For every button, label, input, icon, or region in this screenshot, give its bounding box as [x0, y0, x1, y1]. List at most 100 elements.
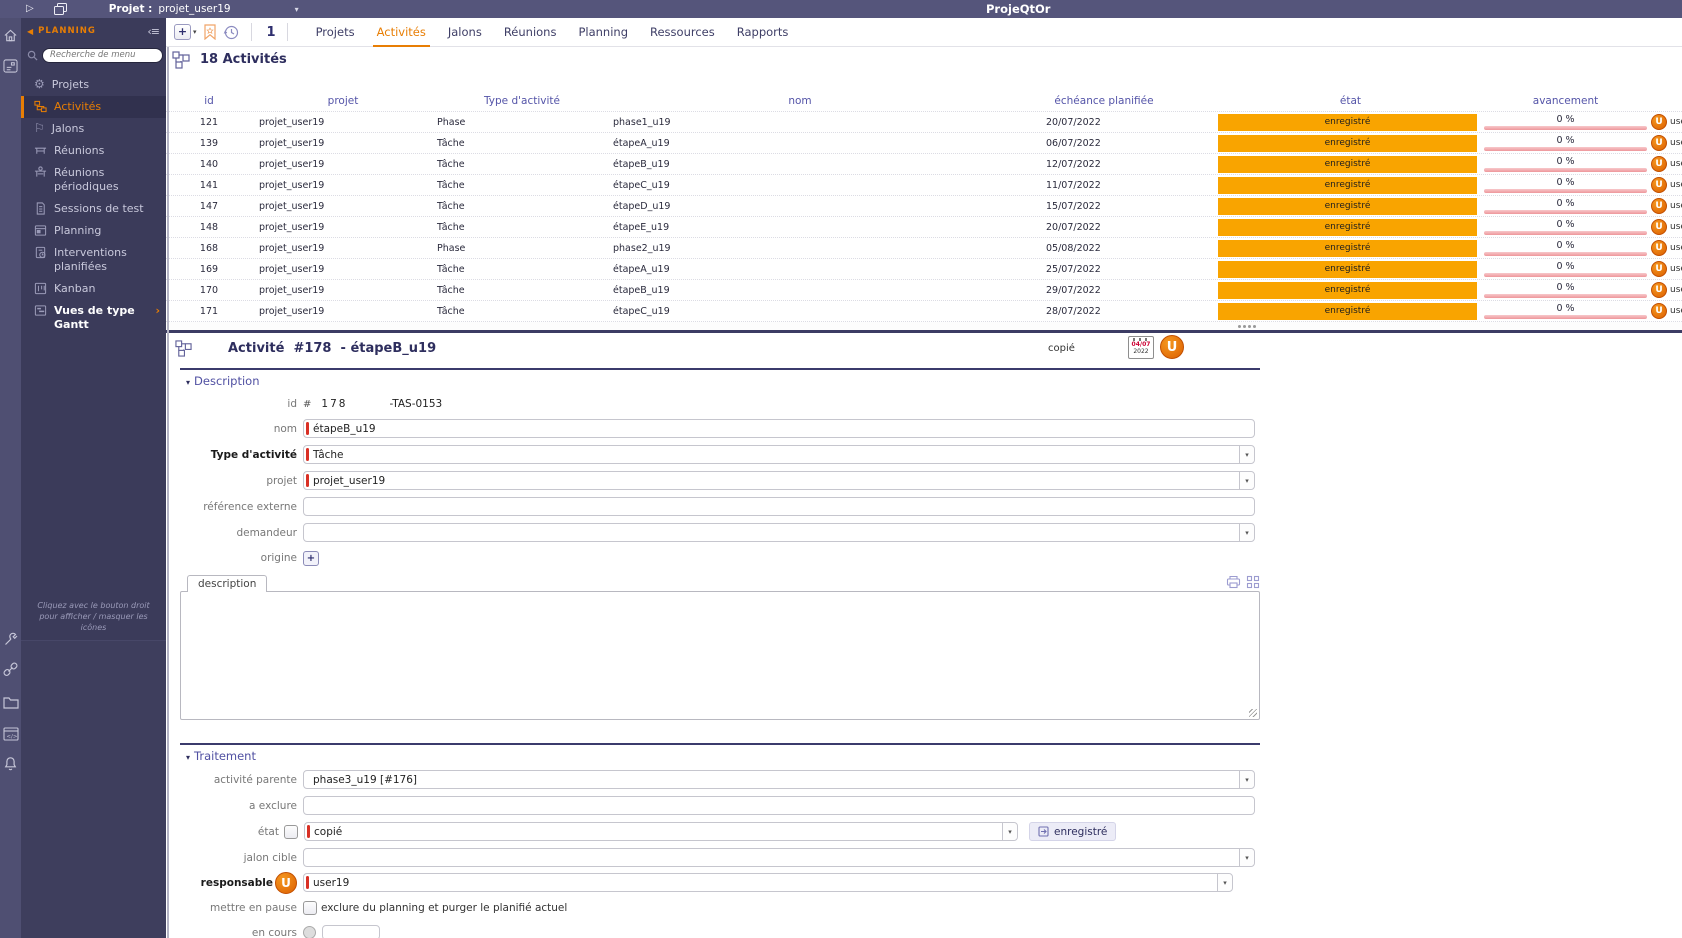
triangle-left-icon[interactable]: ◀	[27, 27, 33, 36]
chevron-down-icon[interactable]: ▾	[1002, 823, 1017, 840]
play-icon[interactable]: ▷	[26, 0, 34, 18]
folder-icon[interactable]	[3, 694, 19, 713]
sidebar-item-jalons[interactable]: ⚐ Jalons	[21, 118, 166, 140]
col-header-nom[interactable]: nom	[610, 95, 990, 107]
sidebar-item-projets[interactable]: ⚙ Projets	[21, 74, 166, 96]
chevron-down-icon[interactable]: ▾	[295, 5, 299, 14]
tab[interactable]: Projets	[305, 18, 366, 47]
code-window-icon[interactable]: </>	[3, 726, 19, 745]
bookmark-icon[interactable]	[203, 24, 217, 40]
chevron-down-icon[interactable]: ▾	[1217, 874, 1232, 891]
table-row[interactable]: 169 projet_user19 Tâche étapeA_u19 25/07…	[166, 259, 1682, 280]
nom-input[interactable]: étapeB_u19	[303, 419, 1255, 438]
table-row[interactable]: 139 projet_user19 Tâche étapeA_u19 06/07…	[166, 133, 1682, 154]
field-nom: nom étapeB_u19	[169, 419, 1682, 438]
table-row[interactable]: 140 projet_user19 Tâche étapeB_u19 12/07…	[166, 154, 1682, 175]
tab[interactable]: Rapports	[726, 18, 800, 47]
print-icon[interactable]	[1226, 575, 1241, 589]
cell-echeance: 11/07/2022	[1046, 179, 1101, 191]
cell-projet: projet_user19	[259, 137, 325, 149]
collapse-menu-icon[interactable]: ‹≡	[147, 25, 160, 38]
pause-checkbox[interactable]	[303, 900, 317, 915]
toolbar-separator	[286, 23, 288, 41]
chevron-down-icon[interactable]: ▾	[1239, 472, 1254, 489]
jalon-cible-select[interactable]: ▾	[303, 848, 1255, 867]
col-header-echeance[interactable]: échéance planifiée	[990, 95, 1218, 107]
col-header-avancement[interactable]: avancement	[1483, 95, 1648, 107]
triangle-down-icon: ▾	[186, 378, 191, 387]
user-avatar[interactable]: U	[1160, 335, 1184, 359]
sidebar-item-vues-gantt[interactable]: Vues de type Gantt ›	[21, 300, 166, 336]
search-input[interactable]	[42, 47, 163, 63]
panel-icon[interactable]	[3, 58, 18, 77]
a-exclure-input[interactable]	[303, 796, 1255, 815]
table-row[interactable]: 147 projet_user19 Tâche étapeD_u19 15/07…	[166, 196, 1682, 217]
toolbar: + ▾ 1 Projets Activités Jalons Réunions …	[166, 18, 1682, 47]
description-tab[interactable]: description	[187, 575, 268, 592]
sidebar-item-planning[interactable]: Planning	[21, 220, 166, 242]
chevron-down-icon[interactable]: ▾	[1239, 849, 1254, 866]
cell-echeance: 28/07/2022	[1046, 305, 1101, 317]
add-caret-icon[interactable]: ▾	[193, 28, 197, 36]
history-icon[interactable]	[223, 24, 240, 41]
chevron-down-icon[interactable]: ▾	[1239, 446, 1254, 463]
sidebar-item-reunions[interactable]: Réunions	[21, 140, 166, 162]
drag-handle-icon[interactable]	[1238, 325, 1241, 328]
calendar-icon[interactable]: 04/07 2022	[1128, 336, 1154, 359]
description-textarea[interactable]	[180, 591, 1260, 720]
table-row[interactable]: 171 projet_user19 Tâche étapeC_u19 28/07…	[166, 301, 1682, 322]
en-cours-indicator[interactable]	[303, 926, 316, 938]
grid-icon[interactable]	[1246, 575, 1260, 589]
sidebar-item-activites[interactable]: Activités	[21, 96, 166, 118]
status-badge: enregistré	[1218, 302, 1477, 320]
chevron-down-icon[interactable]: ▾	[1239, 524, 1254, 541]
tab[interactable]: Jalons	[437, 18, 493, 47]
activite-parente-select[interactable]: phase3_u19 [#176] ▾	[303, 770, 1255, 789]
tab[interactable]: Réunions	[493, 18, 568, 47]
cell-responsable: U user19	[1648, 261, 1682, 277]
table-row[interactable]: 168 projet_user19 Phase phase2_u19 05/08…	[166, 238, 1682, 259]
table-row[interactable]: 141 projet_user19 Tâche étapeC_u19 11/07…	[166, 175, 1682, 196]
sidebar-item-reunions-periodiques[interactable]: Réunions périodiques	[21, 162, 166, 198]
en-cours-input[interactable]	[322, 925, 380, 938]
avatar: U	[1651, 240, 1667, 256]
link-icon[interactable]	[3, 662, 18, 681]
col-header-projet[interactable]: projet	[252, 95, 434, 107]
chevron-down-icon[interactable]: ▾	[1239, 771, 1254, 788]
cell-nom: étapeC_u19	[613, 179, 670, 191]
projet-select[interactable]: projet_user19 ▾	[303, 471, 1255, 490]
sidebar-item-kanban[interactable]: Kanban	[21, 278, 166, 300]
col-header-etat[interactable]: état	[1218, 95, 1483, 107]
table-row[interactable]: 148 projet_user19 Tâche étapeE_u19 20/07…	[166, 217, 1682, 238]
col-header-type[interactable]: Type d'activité	[434, 95, 610, 107]
add-button[interactable]: +	[174, 24, 191, 40]
responsable-select[interactable]: user19 ▾	[303, 873, 1233, 892]
tab[interactable]: Planning	[567, 18, 639, 47]
tab[interactable]: Activités	[366, 18, 437, 47]
add-origine-button[interactable]: +	[303, 550, 319, 566]
split-scrollbar[interactable]	[166, 322, 1682, 330]
etat-select[interactable]: copié ▾	[304, 822, 1018, 841]
project-selector-value[interactable]: projet_user19	[158, 3, 230, 15]
sidebar-item-sessions-de-test[interactable]: Sessions de test	[21, 198, 166, 220]
sidebar-lower-panel	[21, 640, 166, 938]
etat-checkbox[interactable]	[284, 824, 298, 839]
col-header-id[interactable]: id	[166, 95, 252, 107]
type-activite-select[interactable]: Tâche ▾	[303, 445, 1255, 464]
section-title-traitement[interactable]: ▾ Traitement	[186, 749, 1682, 763]
home-icon[interactable]	[3, 28, 18, 47]
demandeur-select[interactable]: ▾	[303, 523, 1255, 542]
tab[interactable]: Ressources	[639, 18, 726, 47]
wrench-icon[interactable]	[3, 632, 18, 651]
table-row[interactable]: 170 projet_user19 Tâche étapeB_u19 29/07…	[166, 280, 1682, 301]
cell-projet: projet_user19	[259, 116, 325, 128]
reference-externe-input[interactable]	[303, 497, 1255, 516]
table-row[interactable]: 121 projet_user19 Phase phase1_u19 20/07…	[166, 112, 1682, 133]
bell-icon[interactable]	[3, 756, 18, 775]
window-copy-icon[interactable]	[53, 3, 67, 15]
section-title-description[interactable]: ▾ Description	[186, 374, 1682, 388]
cell-responsable: U user19	[1648, 282, 1682, 298]
sidebar-item-interventions-planifiees[interactable]: Interventions planifiées	[21, 242, 166, 278]
cell-nom: étapeA_u19	[613, 137, 670, 149]
cell-responsable: U user19	[1648, 303, 1682, 319]
